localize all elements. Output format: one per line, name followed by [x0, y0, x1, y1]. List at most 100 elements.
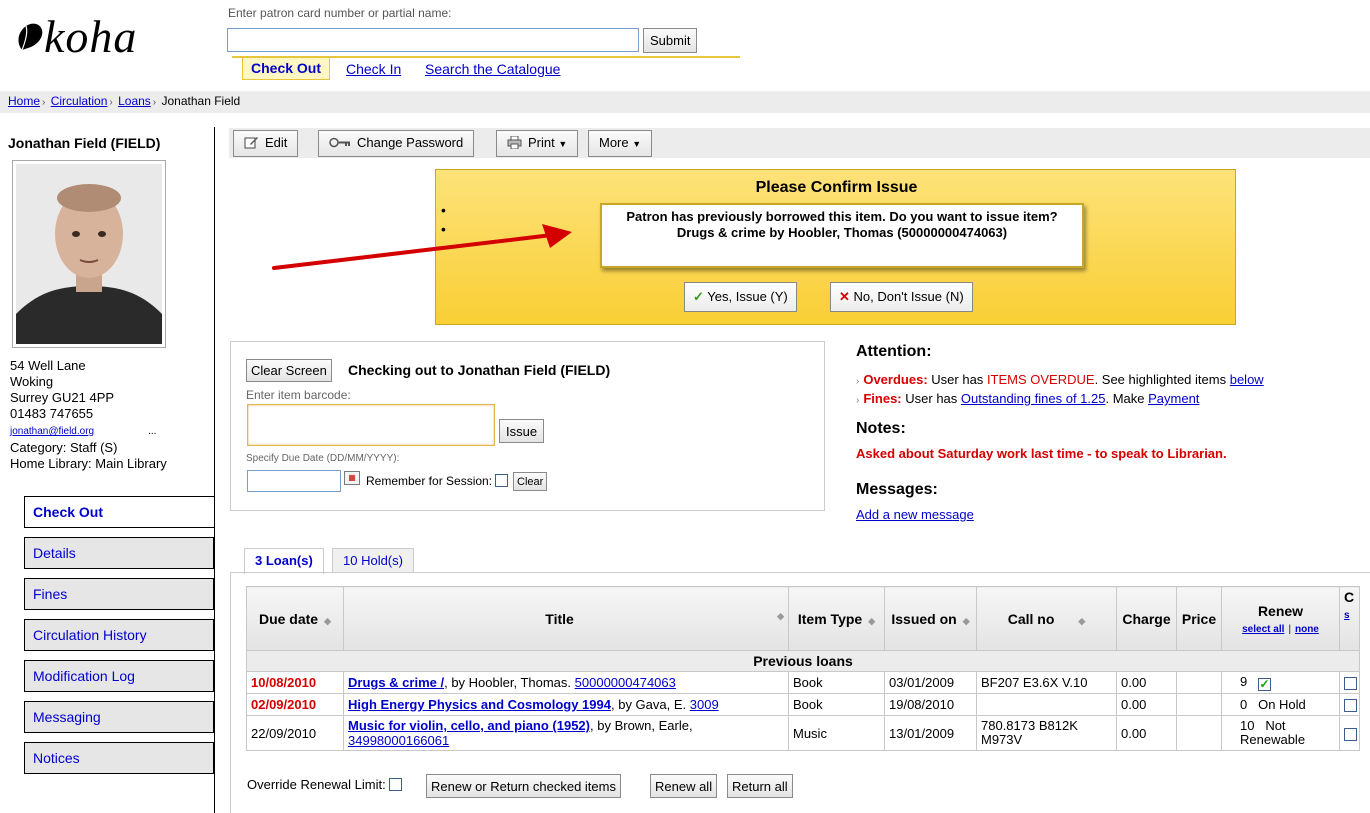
breadcrumb-circulation[interactable]: Circulation: [51, 94, 108, 108]
email-more: ...: [148, 426, 157, 437]
sort-icon: ◆: [324, 615, 332, 626]
issue-button[interactable]: Issue: [499, 419, 545, 443]
renew-checkbox[interactable]: ✓: [1258, 678, 1272, 691]
address-line: Surrey GU21 4PP: [10, 390, 115, 405]
checkin-checkbox[interactable]: [1344, 699, 1357, 712]
add-message-link[interactable]: Add a new message: [856, 507, 974, 522]
nav-check-out[interactable]: Check Out: [242, 58, 331, 80]
title-link[interactable]: Music for violin, cello, and piano (1952…: [348, 718, 590, 733]
chevron-right-icon: ›: [856, 376, 860, 387]
checkin-select-link[interactable]: s: [1344, 610, 1350, 621]
patron-photo-image: [16, 164, 162, 344]
renew-return-checked-button[interactable]: Renew or Return checked items: [426, 774, 621, 798]
breadcrumb-separator: ›: [42, 97, 46, 108]
barcode-link[interactable]: 50000000474063: [575, 675, 676, 690]
price-cell: [1176, 671, 1222, 694]
col-due-date[interactable]: Due date ◆: [246, 586, 344, 651]
item-type-cell: Music: [788, 715, 885, 751]
patron-search-input[interactable]: [227, 28, 639, 52]
checkin-checkbox[interactable]: [1344, 677, 1357, 690]
payment-link[interactable]: Payment: [1148, 391, 1199, 406]
sort-icon: ◆: [1078, 615, 1086, 626]
checkin-cell: [1339, 693, 1360, 716]
side-menu-check-out[interactable]: Check Out: [24, 496, 214, 528]
side-menu-fines[interactable]: Fines: [24, 578, 214, 610]
price-cell: [1176, 693, 1222, 716]
outstanding-fines-link[interactable]: Outstanding fines of 1.25: [961, 391, 1106, 406]
side-menu-modification-log[interactable]: Modification Log: [24, 660, 214, 692]
issued-on-cell: 19/08/2010: [884, 693, 977, 716]
no-issue-button[interactable]: ✕ No, Don't Issue (N): [830, 282, 973, 312]
koha-logo: koha: [14, 14, 137, 60]
remember-label: Remember for Session:: [366, 474, 493, 488]
fines-text: . Make: [1105, 391, 1145, 406]
renew-select-none-link[interactable]: none: [1295, 624, 1319, 635]
overdues-line: › Overdues: User has ITEMS OVERDUE. See h…: [856, 372, 1264, 387]
table-row: 02/09/2010 High Energy Physics and Cosmo…: [246, 693, 1360, 716]
overdues-below-link[interactable]: below: [1230, 372, 1264, 387]
title-link[interactable]: Drugs & crime /: [348, 675, 444, 690]
col-renew: Renew select all | none: [1221, 586, 1340, 651]
col-issued-on[interactable]: Issued on ◆: [884, 586, 977, 651]
col-item-type[interactable]: Item Type ◆: [788, 586, 885, 651]
tab-loans[interactable]: 3 Loan(s): [244, 548, 324, 574]
print-label: Print: [528, 135, 555, 150]
barcode-link[interactable]: 3009: [690, 697, 719, 712]
patron-search-hint: Enter patron card number or partial name…: [228, 6, 452, 20]
checkout-title: Checking out to Jonathan Field (FIELD): [348, 362, 611, 378]
breadcrumb-current: Jonathan Field: [161, 94, 241, 108]
return-all-button[interactable]: Return all: [727, 774, 793, 798]
override-label: Override Renewal Limit:: [247, 777, 386, 792]
side-menu-details[interactable]: Details: [24, 537, 214, 569]
notes-heading: Notes:: [856, 420, 906, 437]
bullet: •: [441, 202, 446, 218]
print-button[interactable]: Print ▼: [496, 130, 579, 157]
x-icon: ✕: [839, 289, 850, 304]
col-title[interactable]: Title ◆: [343, 586, 789, 651]
yes-issue-button[interactable]: ✓ Yes, Issue (Y): [684, 282, 797, 312]
more-button[interactable]: More ▼: [588, 130, 653, 157]
overdues-text: User has: [931, 372, 984, 387]
checkin-checkbox[interactable]: [1344, 727, 1357, 741]
author-text: , by Hoobler, Thomas.: [444, 675, 572, 690]
author-text: , by Brown, Earle,: [590, 718, 693, 733]
barcode-link[interactable]: 34998000166061: [348, 733, 449, 748]
clear-screen-button[interactable]: Clear Screen: [246, 359, 332, 382]
renew-all-button[interactable]: Renew all: [650, 774, 718, 798]
nav-check-in[interactable]: Check In: [346, 61, 401, 77]
breadcrumb-home[interactable]: Home: [8, 94, 40, 108]
edit-icon: [244, 136, 259, 149]
table-row: 22/09/2010 Music for violin, cello, and …: [246, 715, 1360, 751]
call-no-cell: BF207 E3.6X V.10: [976, 671, 1117, 694]
due-date-input[interactable]: [247, 470, 341, 492]
fines-label: Fines:: [863, 391, 902, 406]
nav-search-catalogue[interactable]: Search the Catalogue: [425, 61, 560, 77]
submit-button[interactable]: Submit: [643, 28, 698, 53]
sort-icon: ◆: [777, 610, 784, 621]
side-menu-circulation-history[interactable]: Circulation History: [24, 619, 214, 651]
renew-select-all-link[interactable]: select all: [1242, 624, 1284, 635]
checkin-cell: [1339, 715, 1360, 751]
side-menu-notices[interactable]: Notices: [24, 742, 214, 774]
breadcrumb-separator: ›: [152, 97, 157, 108]
override-checkbox[interactable]: [389, 778, 403, 791]
edit-button[interactable]: Edit: [233, 130, 299, 157]
remember-checkbox[interactable]: [495, 474, 509, 487]
patron-email[interactable]: jonathan@field.org: [10, 426, 94, 437]
address-line: 54 Well Lane: [10, 358, 86, 373]
side-menu-messaging[interactable]: Messaging: [24, 701, 214, 733]
confirm-title: Please Confirm Issue: [755, 179, 918, 196]
calendar-icon[interactable]: ▦: [344, 471, 360, 485]
key-icon: [329, 136, 351, 149]
col-call-no[interactable]: Call no ◆: [976, 586, 1117, 651]
breadcrumb-loans[interactable]: Loans: [118, 94, 151, 108]
clear-due-button[interactable]: Clear: [513, 472, 548, 491]
change-password-button[interactable]: Change Password: [318, 130, 475, 157]
header-label: Title: [545, 610, 574, 627]
barcode-input[interactable]: [247, 404, 495, 446]
barcode-label: Enter item barcode:: [246, 388, 351, 402]
edit-label: Edit: [265, 135, 288, 150]
notes-text: Asked about Saturday work last time - to…: [856, 446, 1227, 461]
tab-holds[interactable]: 10 Hold(s): [332, 548, 414, 573]
title-link[interactable]: High Energy Physics and Cosmology 1994: [348, 697, 611, 712]
